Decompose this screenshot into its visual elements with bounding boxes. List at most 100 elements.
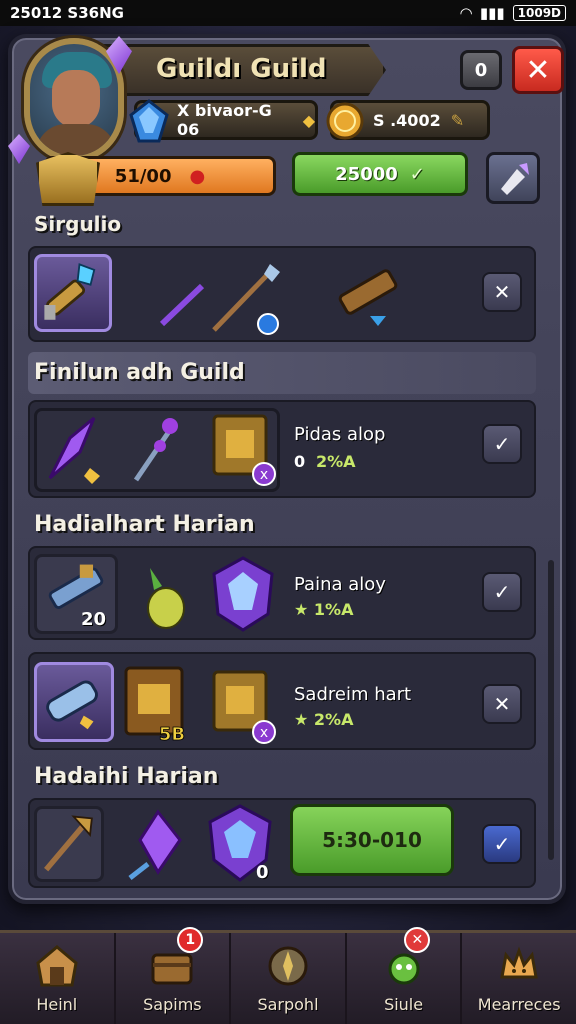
confirm-button[interactable]: ✓: [482, 424, 522, 464]
star-icon: ★: [294, 600, 314, 619]
resource-pill-gems[interactable]: X bivaor-G 06 ◆: [129, 99, 318, 143]
orange-bar-value: 51/00: [114, 165, 172, 187]
list-item[interactable]: ✕: [28, 246, 536, 342]
side-arrow-button[interactable]: [486, 152, 540, 204]
section-title-4: Hadaihi Harian: [34, 764, 219, 789]
green-bar-value: 25000: [335, 163, 398, 185]
buy-button[interactable]: 5:30-010: [290, 804, 454, 876]
remove-button[interactable]: ✕: [482, 684, 522, 724]
remove-button[interactable]: ✕: [482, 272, 522, 312]
confirm-button[interactable]: ✓: [482, 572, 522, 612]
list-item[interactable]: 0 ✓: [28, 798, 536, 888]
pickaxe-icon: [44, 815, 93, 872]
nav-item-compass[interactable]: Sarpohl: [231, 933, 347, 1024]
chest-icon: 5B: [124, 666, 186, 745]
scrollbar[interactable]: [548, 560, 554, 860]
purple-gem-icon: [8, 134, 30, 164]
nav-label: Heinl: [36, 995, 78, 1014]
item-slot[interactable]: [34, 806, 104, 882]
potion-icon: [147, 568, 185, 629]
resource-gems-value: X bivaor-G 06: [177, 101, 272, 139]
resource-pill-coins[interactable]: S .4002 ✎: [326, 100, 490, 140]
wand-icon: [159, 283, 205, 327]
crystal-icon: [128, 809, 182, 880]
row-label: Paina aloy: [294, 574, 386, 595]
house-icon: [36, 945, 78, 987]
blue-crystal-icon: [129, 99, 169, 143]
crown-icon: [500, 946, 538, 979]
close-icon: ✕: [493, 692, 511, 716]
status-icons: ◠ ▮▮▮ 1009D: [460, 4, 566, 22]
check-icon: ✓: [409, 163, 425, 185]
row-label: Pidas alop: [294, 424, 386, 445]
row-sub-text: 2%A: [313, 710, 354, 729]
page-title: Guildı Guild: [156, 54, 327, 84]
shield-gem-icon: [212, 556, 274, 632]
battery-indicator: 1009D: [512, 5, 566, 21]
nav-label: Siule: [384, 995, 424, 1014]
nav-item-home[interactable]: Heinl: [0, 933, 116, 1024]
arrow-icon: [501, 163, 529, 195]
row-sub-value: ★ 1%A: [294, 600, 353, 619]
notification-badge: 1: [177, 927, 204, 953]
hammer-icon: [44, 263, 96, 320]
close-button[interactable]: ✕: [512, 46, 564, 94]
nav-item-chest[interactable]: 1 Sapims: [116, 927, 232, 1024]
nav-item-crown[interactable]: Mearreces: [462, 933, 576, 1024]
chest-icon: x: [212, 414, 276, 486]
flame-icon: ●: [189, 165, 206, 187]
nav-label: Mearreces: [477, 995, 561, 1014]
section-title-3: Hadialhart Harian: [34, 512, 255, 537]
chest-icon: x: [212, 670, 276, 744]
nav-item-pet[interactable]: ✕ Siule: [347, 927, 463, 1024]
nav-label: Sarpohl: [257, 995, 319, 1014]
close-icon: ✕: [493, 280, 511, 304]
item-slot-selected[interactable]: [34, 254, 112, 332]
cannon-icon: [338, 269, 398, 326]
check-icon: ✓: [493, 580, 511, 604]
avatar-face: [52, 70, 100, 128]
scroll-icon: [46, 680, 98, 730]
info-button[interactable]: 0: [460, 50, 502, 90]
green-value-button[interactable]: 25000 ✓: [292, 152, 468, 196]
scepter-icon: [133, 418, 178, 482]
list-item[interactable]: x Pidas alop 0 2%A ✓: [28, 400, 536, 498]
row-sub-value: 2%A: [316, 452, 356, 471]
list-item[interactable]: 5B x Sadreim hart ★ 2%A ✕: [28, 652, 536, 750]
check-icon: ✓: [493, 832, 511, 856]
item-count: 20: [81, 609, 107, 630]
resource-coins-value: S .4002: [373, 110, 441, 130]
avatar-portrait: [24, 38, 124, 162]
row-label: Sadreim hart: [294, 684, 412, 705]
crystal-sword-icon: [48, 416, 100, 484]
spear-icon: [212, 264, 280, 335]
row-sub-value: ★ 2%A: [294, 710, 353, 729]
check-icon: ✓: [493, 432, 511, 456]
status-bar: 25012 S36NG ◠ ▮▮▮ 1009D: [0, 0, 576, 26]
section-title-2: Finilun adh Guild: [34, 360, 245, 385]
row-sub-text: 1%A: [313, 600, 354, 619]
item-slot[interactable]: 20: [34, 554, 118, 634]
wifi-icon: ◠: [460, 4, 472, 22]
item-slot-selected[interactable]: [34, 662, 114, 742]
guild-shield-icon: [36, 152, 100, 206]
avatar[interactable]: [8, 30, 132, 170]
signal-icon: ▮▮▮: [479, 4, 505, 22]
status-time: 25012 S36NG: [10, 4, 124, 22]
item-count: 0: [256, 862, 269, 883]
svg-text:x: x: [260, 467, 268, 483]
section-title-1: Sirgulio: [34, 212, 122, 236]
star-icon: ★: [294, 710, 314, 729]
coin-icon: [326, 102, 364, 140]
confirm-button[interactable]: ✓: [482, 824, 522, 864]
bottom-nav: Heinl 1 Sapims Sarpohl ✕ Siule Mearreces: [0, 927, 576, 1024]
compass-icon: [268, 946, 308, 986]
close-icon: ✕: [525, 52, 551, 88]
chest-count: 5B: [159, 724, 185, 745]
row-sub-prefix: 0: [294, 452, 306, 471]
gold-diamond-icon: ◆: [302, 110, 315, 130]
nav-label: Sapims: [143, 995, 202, 1014]
list-item[interactable]: 20 Paina aloy ★ 1%A ✓: [28, 546, 536, 640]
feather-icon: ✎: [450, 110, 465, 130]
svg-text:x: x: [260, 725, 268, 741]
